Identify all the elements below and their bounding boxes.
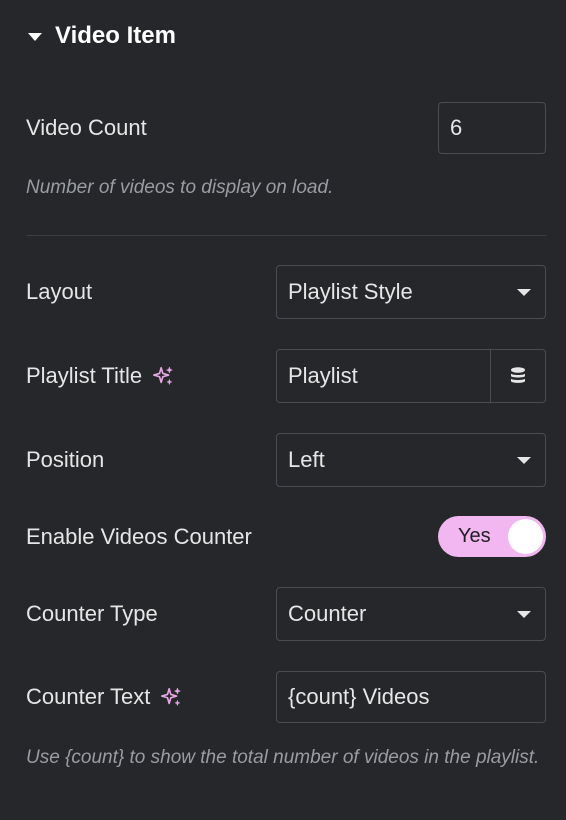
caret-down-icon [28,33,42,41]
videos-counter-toggle[interactable]: Yes [438,516,546,557]
counter-text-value: {count} Videos [288,684,430,709]
ai-sparkle-icon[interactable] [152,365,174,387]
ai-sparkle-icon[interactable] [160,686,182,708]
counter-text-label: Counter Text [26,681,182,713]
video-count-input[interactable]: 6 [438,102,546,154]
video-count-label: Video Count [26,115,147,140]
position-value: Left [288,447,325,472]
counter-type-select[interactable]: Counter [276,587,546,641]
counter-type-label: Counter Type [26,601,158,626]
dynamic-tags-button[interactable] [490,350,545,402]
playlist-title-input[interactable]: Playlist [276,349,546,403]
playlist-title-value: Playlist [288,363,358,388]
toggle-state-label: Yes [458,525,491,547]
video-count-hint: Number of videos to display on load. [26,177,334,198]
counter-text-label-text: Counter Text [26,684,151,709]
video-count-value: 6 [450,115,463,140]
counter-text-hint: Use {count} to show the total number of … [26,747,540,768]
layout-value: Playlist Style [288,279,413,304]
section-title: Video Item [55,22,176,49]
playlist-title-label: Playlist Title [26,360,174,392]
divider [26,235,546,236]
position-label: Position [26,447,105,472]
chevron-down-icon [517,610,531,618]
position-select[interactable]: Left [276,433,546,487]
layout-select[interactable]: Playlist Style [276,265,546,319]
videos-counter-label: Enable Videos Counter [26,524,252,549]
database-icon [511,367,525,383]
section-toggle[interactable]: Video Item [28,20,176,52]
toggle-knob [508,519,543,554]
playlist-title-label-text: Playlist Title [26,363,143,388]
chevron-down-icon [517,456,531,464]
chevron-down-icon [517,288,531,296]
counter-type-value: Counter [288,601,367,626]
layout-label: Layout [26,279,93,304]
counter-text-input[interactable]: {count} Videos [276,671,546,723]
